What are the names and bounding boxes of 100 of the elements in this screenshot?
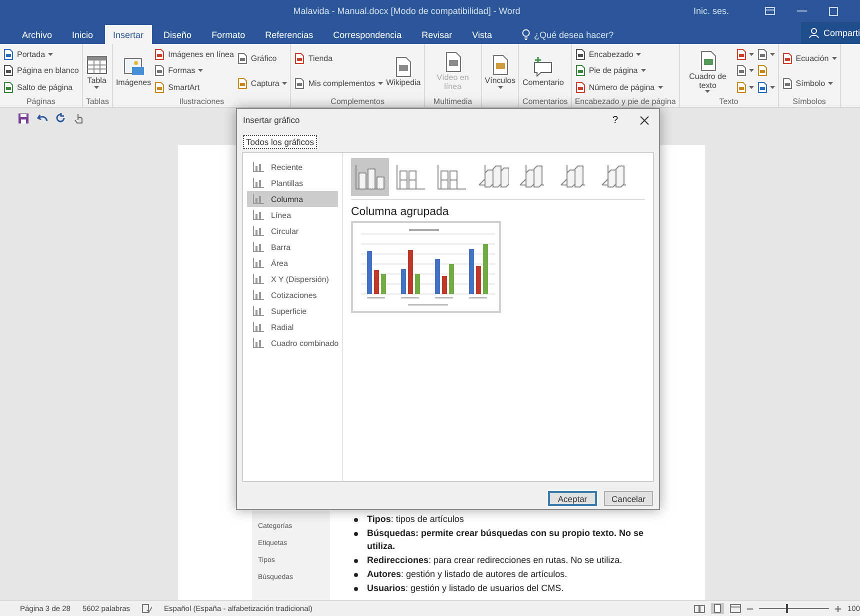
chart-type-item[interactable]: Barra [247, 239, 338, 255]
caret-icon [198, 69, 204, 72]
ribbon-icon-button[interactable] [736, 47, 754, 62]
chart-type-icon [253, 338, 264, 348]
group-label: Encabezado y pie de página [574, 96, 676, 107]
ribbon-button[interactable]: Número de página [574, 80, 663, 95]
chart-type-item[interactable]: Cotizaciones [247, 287, 338, 303]
ribbon-button[interactable]: Salto de página [3, 80, 79, 95]
ribbon-button[interactable]: Símbolo [782, 76, 837, 90]
chart-type-icon [253, 242, 264, 252]
help-button[interactable]: ? [608, 114, 622, 126]
ribbon-button[interactable]: Imágenes [116, 54, 152, 88]
ribbon-button[interactable]: SmartArt [154, 80, 234, 95]
ribbon-tab[interactable]: Vista [464, 25, 500, 44]
ribbon-button[interactable]: Cuadro de texto [682, 48, 733, 94]
ribbon-button[interactable]: Vínculos [484, 53, 516, 89]
dialog-title: Insertar gráfico [243, 115, 301, 125]
bullet-text: Búsquedas: permite crear búsquedas con su propio texto. No se utiliza. [367, 527, 645, 553]
sign-in-link[interactable]: Inic. ses. [693, 6, 729, 16]
web-layout-icon[interactable] [730, 604, 742, 613]
chart-type-item[interactable]: Línea [247, 207, 338, 223]
caret-icon [748, 52, 754, 56]
page-icon [756, 65, 768, 76]
share-button[interactable]: Comparti [801, 22, 860, 44]
page-icon [3, 82, 14, 94]
chart-type-item[interactable]: Superficie [247, 303, 338, 319]
page-icon [736, 65, 747, 76]
bullet-text: Autores: gestión y listado de autores de artículos. [367, 568, 568, 581]
dialog-button[interactable]: Cancelar [604, 491, 653, 506]
ribbon-icon-button[interactable] [756, 47, 775, 62]
ribbon-button[interactable]: Wikipedia [386, 54, 421, 88]
caret-icon [636, 52, 642, 56]
close-icon[interactable] [640, 116, 649, 124]
group-label: Páginas [25, 96, 56, 107]
print-layout-icon[interactable] [711, 603, 724, 614]
chart-subtype-button[interactable] [351, 158, 389, 196]
ribbon-tab[interactable]: Referencias [257, 25, 322, 44]
dialog-tab[interactable]: Todos los gráficos [243, 135, 318, 149]
redo-icon[interactable] [56, 113, 66, 123]
zoom-in-icon[interactable] [835, 606, 842, 612]
chart-type-item[interactable]: Área [247, 255, 338, 271]
ribbon-button[interactable]: Encabezado [574, 47, 663, 62]
chart-type-icon [253, 306, 264, 316]
chart-type-item[interactable]: Circular [247, 223, 338, 239]
proofing-icon[interactable] [142, 604, 152, 613]
ribbon-display-icon[interactable] [765, 7, 775, 15]
dialog-button[interactable]: Aceptar [548, 491, 597, 506]
ribbon-tab[interactable]: Revisar [414, 25, 460, 44]
ribbon-tab[interactable]: Diseño [156, 25, 200, 44]
page-icon [3, 65, 14, 76]
bullet-icon [354, 587, 358, 591]
chart-type-item[interactable]: Radial [247, 319, 338, 335]
maximize-icon[interactable] [829, 6, 838, 16]
read-mode-icon[interactable] [694, 604, 706, 613]
subtype-heading: Columna agrupada [351, 206, 450, 218]
ribbon-button[interactable]: Imágenes en línea [154, 47, 234, 62]
chart-type-item[interactable]: X Y (Dispersión) [247, 271, 338, 287]
ribbon-icon-button[interactable] [736, 64, 754, 78]
ribbon-button[interactable]: Comentario [522, 54, 564, 88]
chart-type-icon [253, 210, 264, 220]
picture-icon [122, 56, 145, 78]
caret-icon [705, 90, 710, 94]
page-icon [574, 65, 586, 76]
ribbon-button[interactable]: Formas [154, 64, 234, 78]
touch-mode-icon[interactable] [74, 112, 84, 124]
save-icon[interactable] [18, 112, 29, 124]
zoom-out-icon[interactable] [747, 606, 754, 612]
undo-icon[interactable] [37, 113, 48, 123]
page-icon [236, 78, 248, 89]
ribbon-button[interactable]: Ecuación [782, 52, 837, 66]
caret-icon [658, 86, 663, 90]
ribbon-button[interactable]: Portada [3, 47, 79, 62]
column-chart-icon[interactable] [354, 163, 386, 191]
ribbon-tab[interactable]: Insertar [105, 25, 152, 44]
ribbon-button[interactable]: Gráfico [236, 52, 288, 66]
tell-me-field[interactable]: ¿Qué desea hacer? [522, 25, 624, 44]
slider-thumb[interactable] [786, 604, 788, 613]
ribbon-tab[interactable]: Formato [204, 25, 254, 44]
ribbon-button[interactable]: Captura [236, 76, 288, 90]
page-icon [154, 65, 166, 76]
ribbon-tab[interactable]: Archivo [14, 25, 60, 44]
chart-type-item[interactable]: Columna [247, 191, 338, 207]
ribbon-button[interactable]: Tabla [86, 53, 108, 89]
group-label: Multimedia [432, 96, 474, 107]
page-icon [236, 53, 248, 64]
ribbon-button[interactable]: Página en blanco [3, 64, 79, 78]
ribbon-tab[interactable]: Inicio [64, 25, 102, 44]
ribbon-tab[interactable]: Correspondencia [325, 25, 410, 44]
page-icon [154, 48, 166, 60]
ribbon-button[interactable]: Mis complementos [294, 76, 384, 90]
ribbon-icon-button[interactable] [756, 80, 775, 95]
column-chart-icon[interactable] [395, 163, 427, 191]
chart-type-item[interactable]: Plantillas [247, 175, 338, 191]
ribbon-button[interactable]: Tienda [294, 52, 384, 66]
chart-type-item[interactable]: Reciente [247, 159, 338, 175]
chart-type-item[interactable]: Cuadro combinado [247, 335, 338, 351]
ribbon-icon-button[interactable] [736, 80, 754, 95]
column-chart-icon[interactable] [436, 163, 468, 191]
bullet-icon [354, 518, 358, 522]
ribbon-button[interactable]: Pie de página [574, 64, 663, 78]
